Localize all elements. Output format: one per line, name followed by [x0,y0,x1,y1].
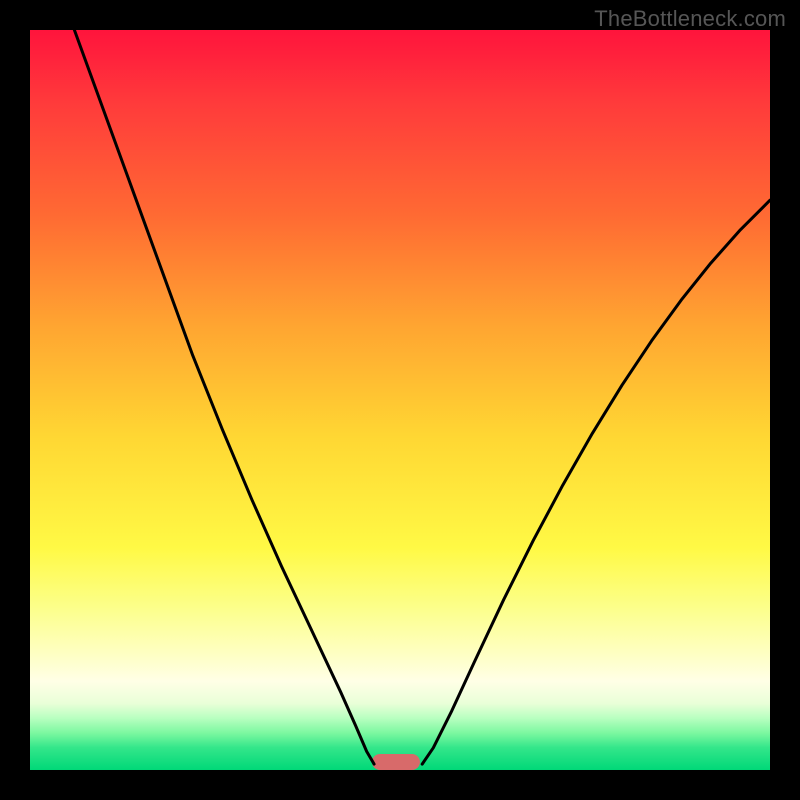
curve-layer [30,30,770,770]
right-branch-path [422,200,770,764]
watermark-text: TheBottleneck.com [594,6,786,32]
chart-frame: TheBottleneck.com [0,0,800,800]
left-branch-path [74,30,374,764]
